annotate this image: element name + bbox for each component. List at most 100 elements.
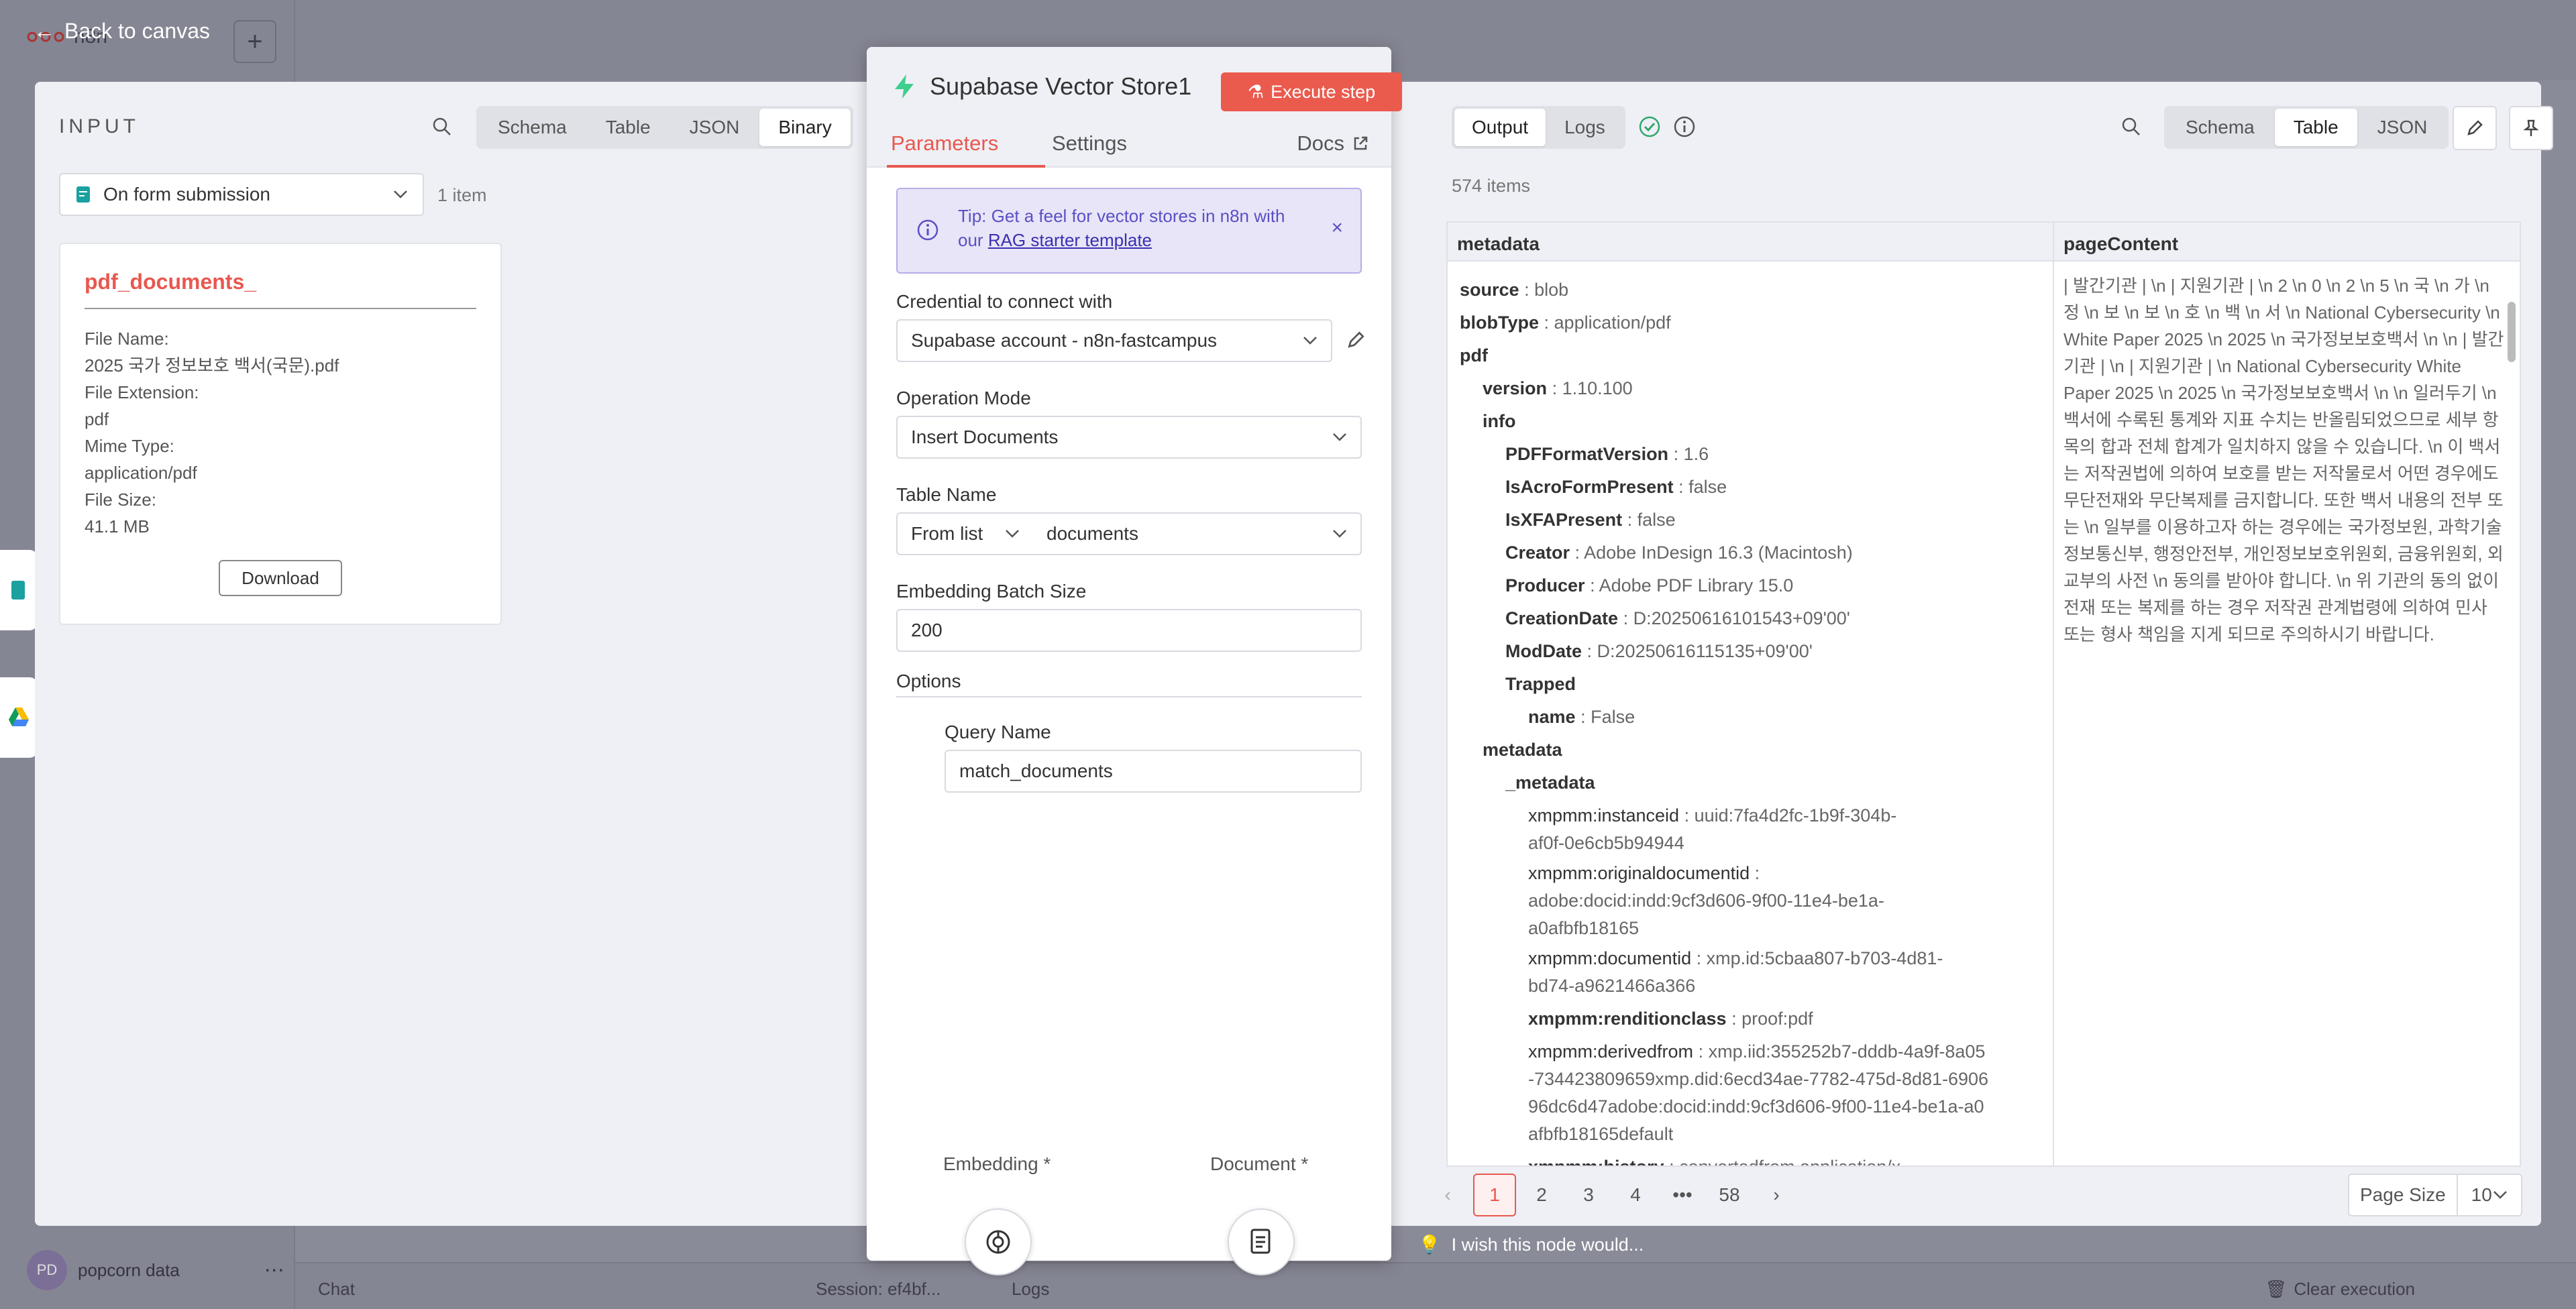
table-source-select[interactable]: From list — [896, 512, 1034, 555]
canvas-node-edit[interactable] — [0, 550, 38, 630]
tab-logs[interactable]: Logs — [1547, 109, 1623, 146]
back-to-canvas-link[interactable]: ← Back to canvas — [34, 19, 210, 44]
mime-type-value: application/pdf — [85, 463, 197, 483]
tab-settings[interactable]: Settings — [1052, 131, 1127, 156]
avatar: PD — [27, 1250, 67, 1290]
document-connector-label: Document * — [1210, 1153, 1309, 1174]
prev-page-icon[interactable]: ‹ — [1426, 1174, 1469, 1216]
flask-icon: ⚗ — [1247, 81, 1265, 102]
credential-label: Credential to connect with — [896, 291, 1113, 312]
file-size-value: 41.1 MB — [85, 516, 150, 536]
success-check-icon — [1639, 116, 1660, 137]
page-3[interactable]: 3 — [1567, 1174, 1610, 1216]
input-tab-json[interactable]: JSON — [671, 109, 759, 146]
kv-version: version : 1.10.100 — [1483, 378, 1633, 398]
session-label: Session: ef4bf... — [816, 1279, 941, 1299]
document-loader-icon — [1250, 1229, 1271, 1254]
batch-size-input[interactable]: 200 — [896, 609, 1362, 652]
operation-mode-select[interactable]: Insert Documents — [896, 416, 1362, 459]
output-tab-json[interactable]: JSON — [2359, 109, 2447, 146]
kv-instanceid: xmpmm:instanceid : uuid:7fa4d2fc-1b9f-30… — [1528, 805, 1897, 853]
input-tab-binary[interactable]: Binary — [759, 109, 851, 146]
kv-info: info — [1483, 411, 1516, 431]
tab-parameters[interactable]: Parameters — [891, 131, 998, 156]
pin-output-button[interactable] — [2509, 106, 2553, 150]
input-view-switcher: Schema Table JSON Binary — [476, 106, 853, 149]
download-button[interactable]: Download — [219, 560, 342, 596]
input-tab-schema[interactable]: Schema — [479, 109, 586, 146]
page-2[interactable]: 2 — [1520, 1174, 1563, 1216]
info-icon — [917, 219, 938, 241]
table-name-select[interactable]: documents — [1033, 512, 1362, 555]
tab-output[interactable]: Output — [1454, 109, 1546, 146]
chevron-down-icon — [2493, 1191, 2507, 1199]
file-name-value: 2025 국가 정보보호 백서(국문).pdf — [85, 355, 339, 376]
chat-tab[interactable]: Chat — [318, 1279, 355, 1300]
close-icon[interactable]: × — [1331, 216, 1343, 240]
add-button[interactable]: + — [233, 20, 276, 63]
kv-pdfformatversion: PDFFormatVersion : 1.6 — [1505, 444, 1709, 464]
page-1[interactable]: 1 — [1473, 1174, 1516, 1216]
trash-icon: 🗑 — [2265, 1279, 2288, 1299]
input-title: INPUT — [59, 115, 140, 137]
form-trigger-icon — [76, 186, 90, 203]
output-search-icon[interactable] — [2120, 115, 2143, 138]
kv-metadata: metadata — [1483, 740, 1562, 760]
options-label: Options — [896, 671, 961, 691]
kv-documentid: xmpmm:documentid : xmp.id:5cbaa807-b703-… — [1528, 948, 1943, 996]
file-size-label: File Size: — [85, 490, 156, 510]
embedding-connector[interactable] — [965, 1208, 1032, 1275]
parameters-panel: Supabase Vector Store1 ⚗ Execute step Pa… — [867, 47, 1402, 1275]
input-node-select[interactable]: On form submission — [59, 173, 424, 216]
next-page-icon[interactable]: › — [1755, 1174, 1798, 1216]
output-table: metadata pageContent source : blob blobT… — [1446, 221, 2521, 1167]
rag-template-link[interactable]: RAG starter template — [988, 230, 1152, 250]
clear-execution-button[interactable]: 🗑 Clear execution — [2265, 1279, 2415, 1300]
file-extension-label: File Extension: — [85, 382, 199, 402]
input-tab-table[interactable]: Table — [587, 109, 669, 146]
canvas-node-drive[interactable] — [0, 677, 38, 758]
kv-pdf: pdf — [1460, 345, 1488, 365]
pagination: ‹ 1 2 3 4 ••• 58 › Page Size 10 — [1426, 1174, 2541, 1216]
metadata-cell: source : blob blobType : application/pdf… — [1448, 263, 2051, 1165]
arrow-left-icon: ← — [34, 19, 55, 43]
kv-originaldocumentid: xmpmm:originaldocumentid : adobe:docid:i… — [1528, 863, 1884, 938]
page-size-label: Page Size — [2349, 1175, 2458, 1215]
execute-step-button[interactable]: ⚗ Execute step — [1221, 72, 1402, 111]
page-ellipsis[interactable]: ••• — [1661, 1174, 1704, 1216]
page-58[interactable]: 58 — [1708, 1174, 1751, 1216]
parameters-header: Supabase Vector Store1 ⚗ Execute step Pa… — [867, 47, 1402, 168]
feedback-link[interactable]: 💡 I wish this node would... — [1418, 1234, 1644, 1255]
info-icon[interactable] — [1673, 115, 1696, 138]
query-name-input[interactable]: match_documents — [945, 750, 1362, 793]
node-title: Supabase Vector Store1 — [891, 72, 1191, 101]
credential-select[interactable]: Supabase account - n8n-fastcampus — [896, 319, 1332, 362]
docs-link[interactable]: Docs — [1297, 131, 1368, 156]
document-connector[interactable] — [1228, 1208, 1295, 1275]
operation-mode-label: Operation Mode — [896, 388, 1031, 408]
page-size-value: 10 — [2471, 1184, 2492, 1205]
kv-isacroformpresent: IsAcroFormPresent : false — [1505, 477, 1727, 497]
kv-moddate: ModDate : D:20250616115135+09'00' — [1505, 641, 1813, 661]
more-icon[interactable]: ⋯ — [264, 1259, 284, 1282]
search-icon[interactable] — [431, 115, 453, 138]
pencil-icon — [2467, 120, 2483, 135]
table-name-label: Table Name — [896, 484, 997, 505]
output-tab-table[interactable]: Table — [2274, 109, 2357, 146]
column-header-pagecontent: pageContent — [2054, 223, 2520, 262]
batch-size-label: Embedding Batch Size — [896, 581, 1087, 602]
kv-creator: Creator : Adobe InDesign 16.3 (Macintosh… — [1505, 543, 1853, 563]
pin-icon — [2523, 119, 2539, 136]
kv-underscore-metadata: _metadata — [1505, 773, 1595, 793]
input-item-count: 1 item — [437, 185, 487, 205]
logs-tab[interactable]: Logs — [1012, 1279, 1049, 1300]
page-4[interactable]: 4 — [1614, 1174, 1657, 1216]
table-scrollbar[interactable] — [2508, 302, 2516, 362]
output-tab-schema[interactable]: Schema — [2167, 109, 2273, 146]
output-items-count: 574 items — [1452, 176, 1531, 196]
user-menu[interactable]: PD popcorn data ⋯ — [27, 1250, 284, 1290]
page-size-select[interactable]: Page Size 10 — [2348, 1174, 2522, 1216]
edit-credential-icon[interactable] — [1346, 330, 1366, 350]
chevron-down-icon — [1303, 337, 1317, 345]
edit-output-button[interactable] — [2453, 106, 2497, 150]
